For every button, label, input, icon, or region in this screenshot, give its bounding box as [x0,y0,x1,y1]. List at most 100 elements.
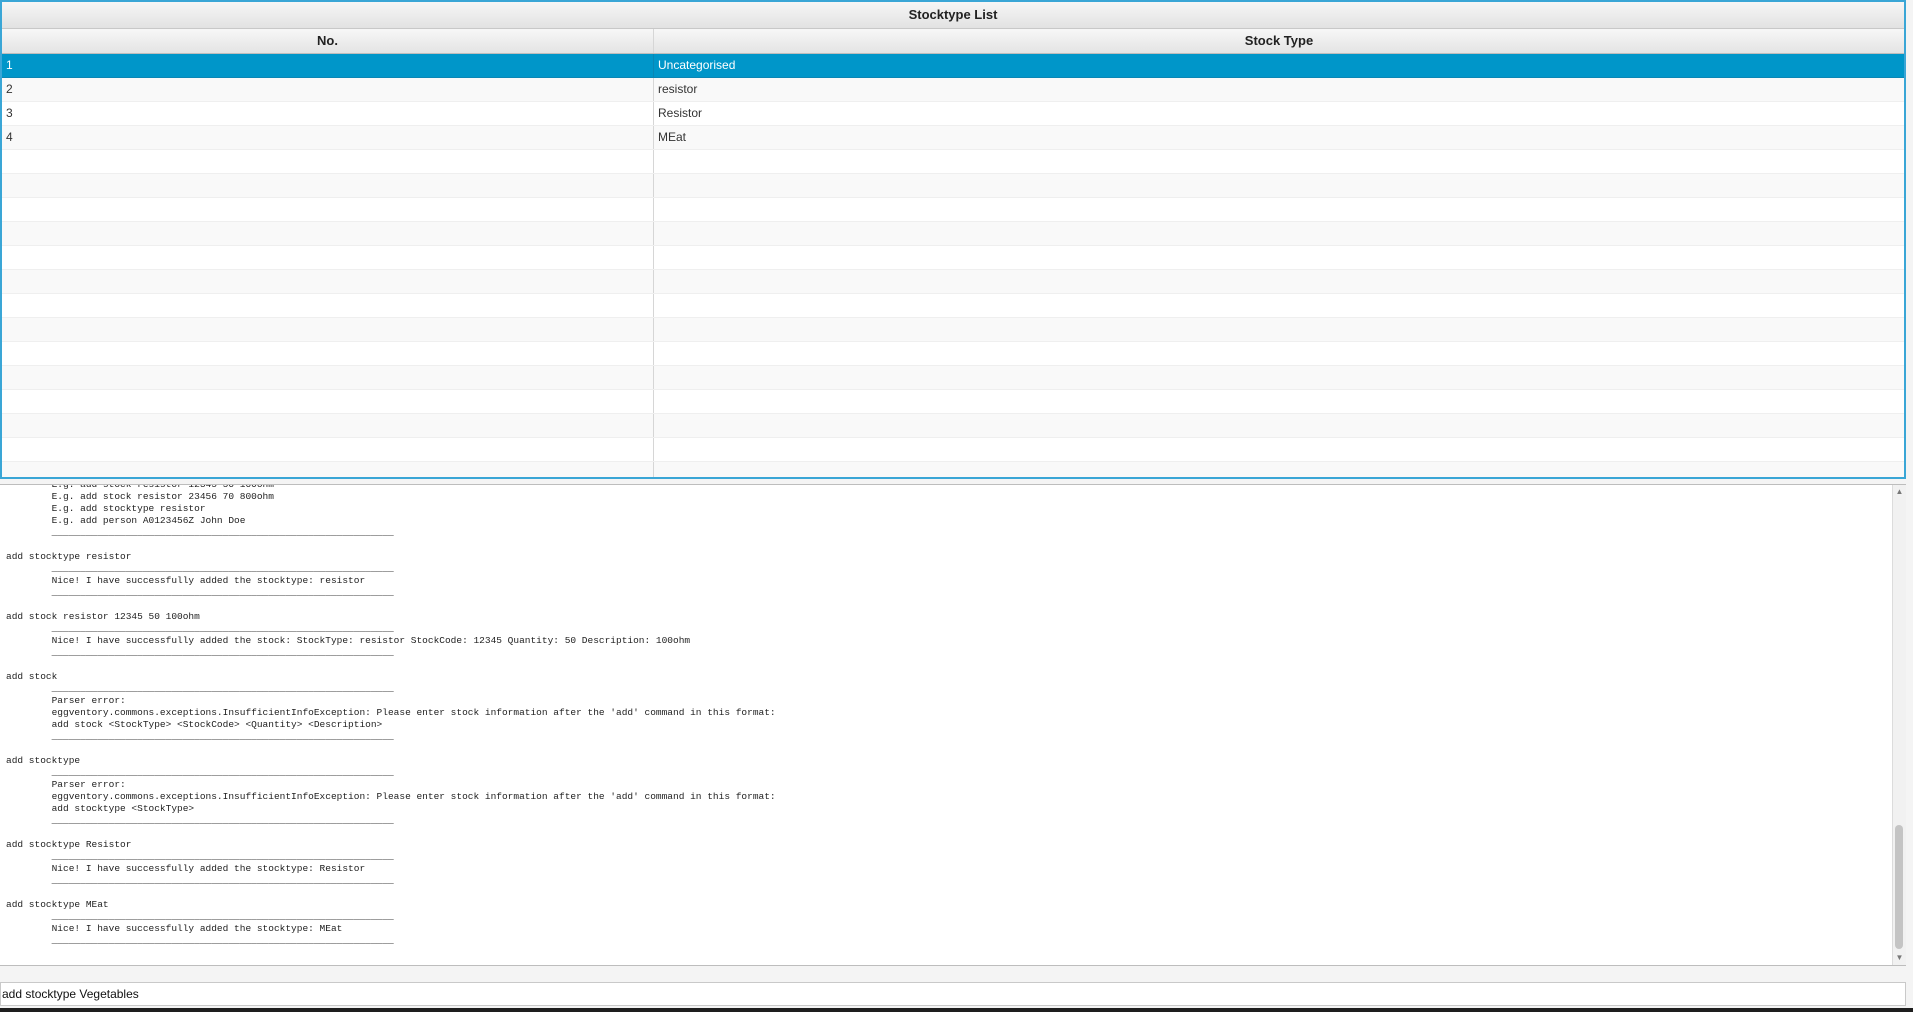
output-log-panel[interactable]: E.g. add stock resistor 12345 50 100ohm … [0,484,1906,966]
cell-stock-type [654,462,1904,477]
cell-no [2,366,654,389]
table-row[interactable]: 4 MEat [2,126,1904,150]
log-line: add stock [6,671,58,682]
cell-stock-type [654,150,1904,173]
table-row[interactable]: 2 resistor [2,78,1904,102]
table-row[interactable]: 3 Resistor [2,102,1904,126]
table-row[interactable] [2,342,1904,366]
log-line: Nice! I have successfully added the stoc… [6,575,366,586]
cell-stock-type [654,390,1904,413]
log-line: ________________________________________… [6,851,394,862]
cell-no [2,150,654,173]
cell-no [2,222,654,245]
log-line: ________________________________________… [6,647,394,658]
column-header-stock-type[interactable]: Stock Type [654,29,1904,53]
log-line: ________________________________________… [6,731,394,742]
log-scrollbar[interactable]: ▲ ▼ [1892,485,1906,965]
table-row[interactable]: 1 Uncategorised [2,54,1904,78]
cell-stock-type: Uncategorised [658,58,736,72]
table-row[interactable] [2,222,1904,246]
log-line: Parser error: [6,779,126,790]
log-line: ________________________________________… [6,563,394,574]
table-row[interactable] [2,318,1904,342]
log-line: ________________________________________… [6,683,394,694]
app-window: Stocktype List No. Stock Type 1 Uncategor… [0,0,1913,1012]
table-row[interactable] [2,462,1904,477]
log-line: add stocktype MEat [6,899,109,910]
table-header: No. Stock Type [2,29,1904,54]
table-row[interactable] [2,438,1904,462]
log-line: Parser error: [6,695,126,706]
log-line: add stocktype Resistor [6,839,132,850]
log-line: ________________________________________… [6,527,394,538]
log-line: ________________________________________… [6,911,394,922]
table-row[interactable] [2,414,1904,438]
scroll-down-arrow-icon[interactable]: ▼ [1893,951,1906,965]
cell-no [2,246,654,269]
cell-stock-type [654,270,1904,293]
log-line: Nice! I have successfully added the stoc… [6,863,366,874]
log-line: eggventory.commons.exceptions.Insufficie… [6,791,776,802]
cell-stock-type [654,414,1904,437]
cell-stock-type: Resistor [658,106,703,120]
cell-no [2,198,654,221]
table-row[interactable] [2,198,1904,222]
log-line: E.g. add stock resistor 23456 70 800ohm [6,491,274,502]
cell-no [2,414,654,437]
cell-stock-type: resistor [658,82,698,96]
log-line: Nice! I have successfully added the stoc… [6,635,691,646]
cell-stock-type [654,294,1904,317]
table-row[interactable] [2,366,1904,390]
log-line: ________________________________________… [6,935,394,946]
output-log-text: E.g. add stock resistor 12345 50 100ohm … [6,484,776,947]
column-header-no[interactable]: No. [2,29,654,53]
cell-no [2,438,654,461]
cell-no: 2 [2,78,654,101]
log-line: add stock resistor 12345 50 100ohm [6,611,200,622]
cell-no [2,390,654,413]
cell-stock-type [654,318,1904,341]
table-row[interactable] [2,174,1904,198]
cell-no [2,318,654,341]
log-line: ________________________________________… [6,815,394,826]
cell-no [2,294,654,317]
cell-no [2,270,654,293]
table-row[interactable] [2,150,1904,174]
cell-stock-type: MEat [658,130,687,144]
cell-stock-type [654,198,1904,221]
log-line: ________________________________________… [6,767,394,778]
cell-no: 4 [2,126,654,149]
cell-no: 1 [2,54,654,77]
cell-stock-type [654,222,1904,245]
table-row[interactable] [2,294,1904,318]
table-body: 1 Uncategorised 2 resistor 3 Resistor 4 MEat [2,54,1904,477]
table-row[interactable] [2,390,1904,414]
log-line: add stocktype <StockType> [6,803,195,814]
table-title: Stocktype List [2,2,1904,29]
table-row[interactable] [2,270,1904,294]
cell-no [2,462,654,477]
log-line: E.g. add stocktype resistor [6,503,206,514]
cell-no: 3 [2,102,654,125]
scroll-up-arrow-icon[interactable]: ▲ [1893,485,1906,499]
scrollbar-thumb[interactable] [1895,825,1903,949]
cell-stock-type [654,246,1904,269]
cell-stock-type [654,174,1904,197]
log-line: E.g. add stock resistor 12345 50 100ohm [6,484,274,490]
table-row[interactable] [2,246,1904,270]
cell-stock-type [654,342,1904,365]
taskbar-edge [0,1008,1913,1012]
log-line: Nice! I have successfully added the stoc… [6,923,343,934]
log-line: ________________________________________… [6,587,394,598]
cell-stock-type [654,438,1904,461]
log-line: eggventory.commons.exceptions.Insufficie… [6,707,776,718]
log-line: add stocktype [6,755,81,766]
log-line: add stock <StockType> <StockCode> <Quant… [6,719,383,730]
command-input[interactable] [0,982,1906,1006]
log-line: ________________________________________… [6,875,394,886]
log-line: E.g. add person A0123456Z John Doe [6,515,246,526]
